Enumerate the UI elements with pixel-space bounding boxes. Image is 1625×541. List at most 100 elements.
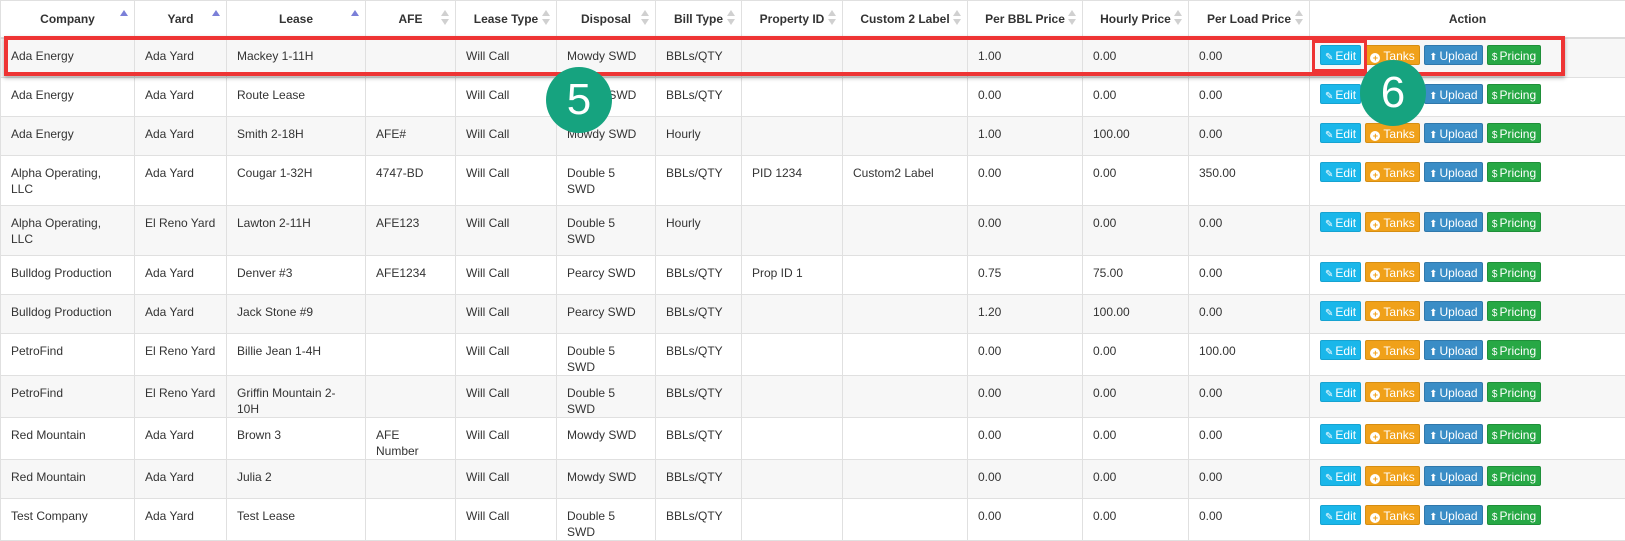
edit-button[interactable]: ✎Edit [1320,466,1361,486]
upload-button-label: Upload [1440,216,1478,230]
pricing-button-label: Pricing [1499,470,1536,484]
edit-button[interactable]: ✎Edit [1320,340,1361,360]
dollar-icon: $ [1492,385,1498,405]
edit-button[interactable]: ✎Edit [1320,424,1361,444]
cell-lease-type: Will Call [456,333,557,375]
column-header-per-load-price[interactable]: Per Load Price [1189,1,1310,39]
column-header-disposal[interactable]: Disposal [557,1,656,39]
upload-button[interactable]: ⬆Upload [1424,262,1482,282]
upload-button[interactable]: ⬆Upload [1424,301,1482,321]
sort-icon[interactable] [441,10,449,26]
tanks-button[interactable]: +Tanks [1365,505,1419,525]
column-header-per-bbl-price[interactable]: Per BBL Price [968,1,1083,39]
tanks-button[interactable]: +Tanks [1365,466,1419,486]
tanks-button[interactable]: +Tanks [1365,301,1419,321]
upload-button[interactable]: ⬆Upload [1424,466,1482,486]
sort-icon[interactable] [1174,10,1182,26]
tanks-button[interactable]: +Tanks [1365,382,1419,402]
pricing-button[interactable]: $Pricing [1487,466,1541,486]
column-header-lease[interactable]: Lease [227,1,366,39]
edit-button-label: Edit [1335,386,1356,400]
edit-button[interactable]: ✎Edit [1320,123,1361,143]
edit-button[interactable]: ✎Edit [1320,45,1361,65]
pricing-button-label: Pricing [1499,428,1536,442]
sort-ascending-icon[interactable] [120,10,128,26]
upload-button[interactable]: ⬆Upload [1424,505,1482,525]
column-header-custom-2-label[interactable]: Custom 2 Label [843,1,968,39]
pricing-button[interactable]: $Pricing [1487,84,1541,104]
pricing-button[interactable]: $Pricing [1487,505,1541,525]
cell-disposal: Mowdy SWD [557,38,656,77]
tanks-button[interactable]: +Tanks [1365,123,1419,143]
upload-button[interactable]: ⬆Upload [1424,424,1482,444]
pricing-button[interactable]: $Pricing [1487,45,1541,65]
sort-icon[interactable] [828,10,836,26]
sort-icon[interactable] [641,10,649,26]
pricing-button[interactable]: $Pricing [1487,424,1541,444]
sort-icon[interactable] [542,10,550,26]
tanks-button[interactable]: +Tanks [1365,424,1419,444]
cell-custom-2-label [843,255,968,294]
upload-button-label: Upload [1440,166,1478,180]
sort-ascending-icon[interactable] [351,10,359,26]
column-header-yard[interactable]: Yard [135,1,227,39]
upload-button[interactable]: ⬆Upload [1424,84,1482,104]
sort-icon[interactable] [953,10,961,26]
cell-property-id: Prop ID 1 [742,255,843,294]
cell-company: Red Mountain [1,459,135,498]
upload-button[interactable]: ⬆Upload [1424,123,1482,143]
cell-per-load-price: 0.00 [1189,498,1310,540]
pricing-button[interactable]: $Pricing [1487,162,1541,182]
cell-disposal: Mowdy SWD [557,459,656,498]
pricing-button[interactable]: $Pricing [1487,340,1541,360]
cell-lease-type: Will Call [456,38,557,77]
sort-icon[interactable] [1068,10,1076,26]
upload-button[interactable]: ⬆Upload [1424,382,1482,402]
edit-button[interactable]: ✎Edit [1320,301,1361,321]
column-header-label: Per BBL Price [985,12,1065,26]
cell-hourly-price: 100.00 [1083,116,1189,155]
cell-disposal: Double 5 SWD [557,205,656,255]
edit-button[interactable]: ✎Edit [1320,262,1361,282]
column-header-lease-type[interactable]: Lease Type [456,1,557,39]
upload-button[interactable]: ⬆Upload [1424,45,1482,65]
pricing-button[interactable]: $Pricing [1487,301,1541,321]
pricing-button-label: Pricing [1499,305,1536,319]
edit-button[interactable]: ✎Edit [1320,212,1361,232]
upload-button[interactable]: ⬆Upload [1424,162,1482,182]
cell-custom-2-label [843,498,968,540]
edit-button[interactable]: ✎Edit [1320,162,1361,182]
column-header-hourly-price[interactable]: Hourly Price [1083,1,1189,39]
tanks-button[interactable]: +Tanks [1365,45,1419,65]
sort-ascending-icon[interactable] [212,10,220,26]
tanks-button[interactable]: +Tanks [1365,212,1419,232]
edit-button[interactable]: ✎Edit [1320,382,1361,402]
tanks-button[interactable]: +Tanks [1365,162,1419,182]
cell-lease: Cougar 1-32H [227,155,366,205]
table-row: Ada EnergyAda YardSmith 2-18HAFE#Will Ca… [1,116,1625,155]
tanks-button[interactable]: +Tanks [1365,84,1419,104]
cell-hourly-price: 100.00 [1083,294,1189,333]
tanks-button[interactable]: +Tanks [1365,340,1419,360]
cell-disposal: Mowdy SWD [557,417,656,459]
column-header-afe[interactable]: AFE [366,1,456,39]
edit-icon: ✎ [1325,343,1333,363]
plus-circle-icon: + [1370,220,1380,230]
column-header-property-id[interactable]: Property ID [742,1,843,39]
column-header-company[interactable]: Company [1,1,135,39]
sort-icon[interactable] [1295,10,1303,26]
upload-button[interactable]: ⬆Upload [1424,340,1482,360]
pricing-button[interactable]: $Pricing [1487,262,1541,282]
tanks-button[interactable]: +Tanks [1365,262,1419,282]
cell-per-bbl-price: 0.75 [968,255,1083,294]
pricing-button[interactable]: $Pricing [1487,382,1541,402]
cell-lease: Route Lease [227,77,366,116]
pricing-button[interactable]: $Pricing [1487,212,1541,232]
pricing-button[interactable]: $Pricing [1487,123,1541,143]
column-header-bill-type[interactable]: Bill Type [656,1,742,39]
edit-button[interactable]: ✎Edit [1320,505,1361,525]
sort-icon[interactable] [727,10,735,26]
upload-button[interactable]: ⬆Upload [1424,212,1482,232]
edit-button[interactable]: ✎Edit [1320,84,1361,104]
table-row: Ada EnergyAda YardRoute LeaseWill CallMo… [1,77,1625,116]
